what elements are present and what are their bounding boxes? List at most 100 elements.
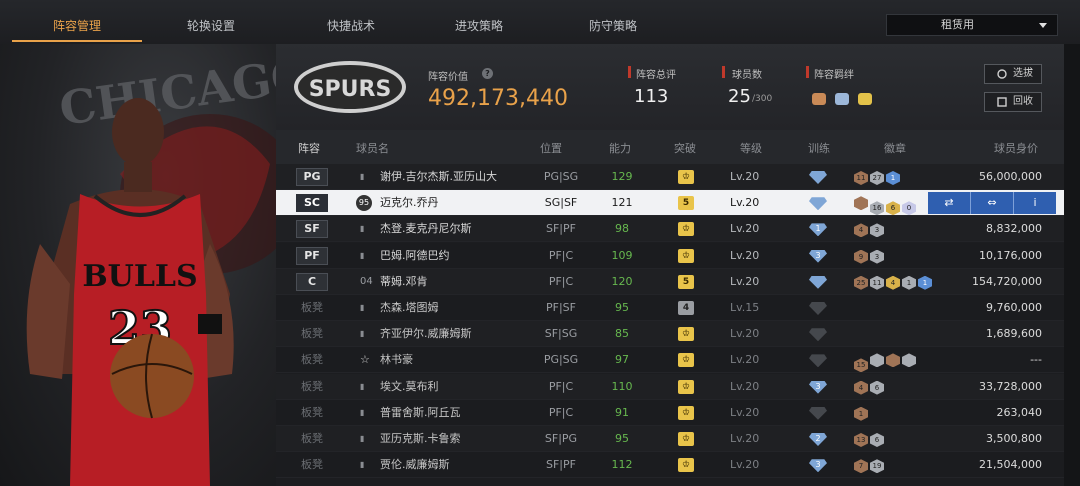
player-position: SF|SG xyxy=(544,327,578,341)
tab-rotation-settings[interactable]: 轮换设置 xyxy=(146,11,276,41)
training-icon[interactable]: ⇔ xyxy=(971,192,1014,215)
tab-defense-strategy[interactable]: 防守策略 xyxy=(548,11,678,41)
player-name[interactable]: 埃文.莫布利 xyxy=(380,374,439,400)
lineup-slot: 板凳 xyxy=(301,458,323,472)
player-level: Lv.20 xyxy=(730,353,760,367)
recycle-button[interactable]: 回收 xyxy=(984,92,1042,112)
badge-list: 7 19 xyxy=(854,458,886,474)
star-icon: ☆ xyxy=(360,353,370,367)
badge-icon: 3 xyxy=(870,223,884,238)
training-icon xyxy=(809,328,827,342)
overall-marker xyxy=(628,66,631,78)
badge-icon: 27 xyxy=(870,171,884,185)
col-training: 训练 xyxy=(808,142,830,155)
player-name[interactable]: 迈克尔.乔丹 xyxy=(380,190,439,216)
player-name[interactable]: 巴姆.阿德巴约 xyxy=(380,243,450,269)
table-row[interactable]: 板凳 ▮ 亚历克斯.卡鲁索 SF|PG 95 ♔ Lv.20 2 13 6 3,500,800 xyxy=(276,426,1064,452)
badge-icon: 1 xyxy=(886,171,900,185)
player-name[interactable]: 谢伊.吉尔杰斯.亚历山大 xyxy=(380,164,497,190)
player-name[interactable]: 亚历克斯.卡鲁索 xyxy=(380,426,461,452)
player-name[interactable]: 林书豪 xyxy=(380,347,413,373)
player-value: 33,728,000 xyxy=(979,379,1042,393)
lineup-slot: SC xyxy=(296,194,328,213)
overall-value: 113 xyxy=(634,86,669,107)
player-level: Lv.20 xyxy=(730,379,760,393)
player-position: PG|SG xyxy=(543,170,579,183)
player-rating: 109 xyxy=(611,248,633,262)
help-icon[interactable]: ? xyxy=(482,68,493,79)
lineup-select-dropdown[interactable]: 租赁用 xyxy=(886,14,1058,36)
badge-list: 13 6 xyxy=(854,432,886,447)
table-row[interactable]: SF ▮ 杰登.麦克丹尼尔斯 SF|PF 98 ♔ Lv.20 1 4 3 8,832,000 xyxy=(276,216,1064,243)
player-name[interactable]: 齐亚伊尔.威廉姆斯 xyxy=(380,321,472,347)
badge-icon: 7 xyxy=(854,459,868,474)
tab-quick-tactics[interactable]: 快捷战术 xyxy=(286,11,416,41)
player-count-label: 球员数 xyxy=(732,70,762,81)
col-level: 等级 xyxy=(740,142,762,155)
table-row[interactable]: PG ▮ 谢伊.吉尔杰斯.亚历山大 PG|SG 129 ♔ Lv.20 11 27 1 56,000… xyxy=(276,164,1064,190)
signal-icon: ▮ xyxy=(360,460,365,470)
scrollbar[interactable] xyxy=(1064,44,1080,486)
table-row[interactable]: C 04 蒂姆.邓肯 PF|C 120 5 Lv.20 25 11 4 1 1 154,720,000 xyxy=(276,268,1064,295)
player-value: 8,832,000 xyxy=(986,222,1042,236)
training-icon xyxy=(809,354,827,368)
table-row[interactable]: 板凳 ☆ 林书豪 PG|SG 97 ♔ Lv.20 15 --- xyxy=(276,347,1064,374)
badge-icon: 19 xyxy=(870,459,884,474)
table-row[interactable]: 板凳 ▮ 齐亚伊尔.威廉姆斯 SF|SG 85 ♔ Lv.20 1,689,600 xyxy=(276,321,1064,348)
table-row[interactable]: 板凳 ▮ 杰森.塔图姆 PF|SF 95 4 Lv.15 9,760,000 xyxy=(276,295,1064,321)
table-row[interactable]: PF ▮ 巴姆.阿德巴约 PF|C 109 ♔ Lv.20 3 9 3 10,176,000 xyxy=(276,242,1064,269)
player-value: 56,000,000 xyxy=(979,170,1042,183)
player-name[interactable]: 杰登.麦克丹尼尔斯 xyxy=(380,216,472,242)
recycle-button-label: 回收 xyxy=(1013,96,1033,107)
bonds-label: 阵容羁绊 xyxy=(814,70,854,81)
breakthrough-icon: 5 xyxy=(678,274,694,289)
col-badges: 徽章 xyxy=(884,142,906,155)
player-name[interactable]: 普雷舍斯.阿丘瓦 xyxy=(380,400,461,426)
player-value: 1,689,600 xyxy=(986,327,1042,341)
signal-icon: ▮ xyxy=(360,303,365,312)
table-row[interactable]: 板凳 ▮ 埃文.莫布利 PF|C 110 ♔ Lv.20 3 4 6 33,728,000 xyxy=(276,373,1064,400)
badge-icon: 9 xyxy=(854,249,868,264)
player-name[interactable]: 蒂姆.邓肯 xyxy=(380,269,428,295)
player-position: SF|PF xyxy=(546,458,576,472)
active-tab-indicator xyxy=(12,40,142,42)
player-level: Lv.20 xyxy=(730,327,760,341)
player-name[interactable]: 贾伦.威廉姆斯 xyxy=(380,452,450,478)
player-count-value: 25 xyxy=(728,86,751,107)
select-button-label: 选拔 xyxy=(1013,68,1033,79)
breakthrough-icon: ♔ xyxy=(678,248,694,263)
player-name[interactable]: 杰森.塔图姆 xyxy=(380,295,439,321)
player-rating: 121 xyxy=(611,196,633,210)
player-position: PF|C xyxy=(548,274,574,288)
badge-list: 25 11 4 1 1 xyxy=(854,275,934,290)
team-value: 492,173,440 xyxy=(428,86,568,111)
player-rating: 129 xyxy=(611,170,633,183)
signal-icon: ▮ xyxy=(360,172,365,181)
svg-text:SPURS: SPURS xyxy=(309,77,392,102)
signal-icon: 04 xyxy=(360,275,373,287)
lineup-slot: 板凳 xyxy=(301,353,323,367)
badge-icon: 4 xyxy=(886,275,900,290)
lineup-slot: SF xyxy=(296,220,328,239)
row-action-bar[interactable]: ⇄ ⇔ ⅰ xyxy=(928,192,1056,215)
signal-icon: ▮ xyxy=(360,224,365,234)
info-icon[interactable]: ⅰ xyxy=(1014,192,1056,214)
player-value: 154,720,000 xyxy=(972,274,1042,288)
player-value: 263,040 xyxy=(996,405,1043,419)
player-value: 9,760,000 xyxy=(986,301,1042,314)
player-rating: 85 xyxy=(615,327,629,341)
player-value: --- xyxy=(1030,353,1042,367)
table-row[interactable]: 板凳 ▮ 普雷舍斯.阿丘瓦 PF|C 91 ♔ Lv.20 1 263,040 xyxy=(276,399,1064,426)
table-row[interactable]: 板凳 ▮ 贾伦.威廉姆斯 SF|PF 112 ♔ Lv.20 3 7 19 21,504,000 xyxy=(276,452,1064,479)
dropdown-value: 租赁用 xyxy=(941,18,974,31)
tab-offense-strategy[interactable]: 进攻策略 xyxy=(414,11,544,41)
badge-icon: 6 xyxy=(870,433,884,447)
bond-icons[interactable] xyxy=(812,90,873,109)
player-level: Lv.20 xyxy=(730,248,760,262)
badge-icon: 0 xyxy=(902,201,916,216)
swap-icon[interactable]: ⇄ xyxy=(928,192,971,215)
table-row[interactable]: SC 95 迈克尔.乔丹 SG|SF 121 5 Lv.20 16 6 0 ⇄ ⇔ ⅰ xyxy=(276,190,1064,217)
recycle-icon xyxy=(997,97,1007,107)
tab-lineup-management[interactable]: 阵容管理 xyxy=(12,11,142,41)
select-button[interactable]: 选拔 xyxy=(984,64,1042,84)
